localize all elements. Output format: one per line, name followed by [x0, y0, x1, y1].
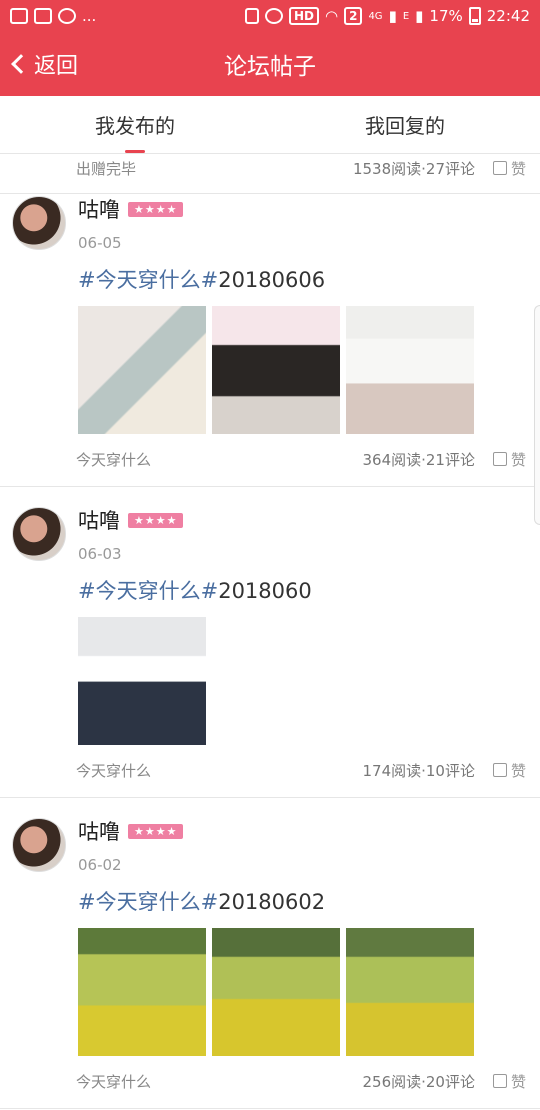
post-date: 06-03	[78, 545, 122, 563]
edge-panel-handle[interactable]	[534, 305, 540, 525]
chevron-left-icon	[11, 54, 31, 74]
post-title[interactable]: #今天穿什么#2018060	[78, 575, 528, 605]
post-title-text: 2018060	[218, 579, 312, 603]
post-tag[interactable]: #今天穿什么#	[78, 579, 218, 603]
post-title[interactable]: #今天穿什么#20180606	[78, 264, 528, 294]
app-notification-icon	[10, 8, 28, 24]
post-title[interactable]: #今天穿什么#20180602	[78, 886, 528, 916]
post-image[interactable]	[78, 617, 206, 745]
clock: 22:42	[486, 7, 530, 25]
post-item[interactable]: 咕噜 ★★★★ 06-03 #今天穿什么#2018060 今天穿什么 174阅读…	[0, 453, 540, 798]
post-date: 06-05	[78, 234, 122, 252]
post-footer: 今天穿什么 256阅读·20评论 赞	[0, 1068, 540, 1094]
post-images	[78, 928, 528, 1056]
avatar[interactable]	[12, 196, 66, 250]
level-badge: ★★★★	[128, 823, 184, 839]
post-item[interactable]: 咕噜 ★★★★ 06-05 #今天穿什么#20180606 今天穿什么 364阅…	[0, 155, 540, 487]
post-title-text: 20180602	[218, 890, 326, 914]
alarm-icon	[264, 8, 283, 24]
post-tag[interactable]: #今天穿什么#	[78, 268, 218, 292]
post-stats: 256阅读·20评论	[362, 1072, 475, 1091]
author-name[interactable]: 咕噜	[78, 505, 120, 535]
avatar[interactable]	[12, 507, 66, 561]
post-tag[interactable]: #今天穿什么#	[78, 890, 218, 914]
wifi-icon: ◠	[324, 7, 339, 25]
like-button[interactable]: 赞	[492, 1071, 526, 1092]
nav-bar: 返回 论坛帖子	[0, 32, 540, 96]
level-badge: ★★★★	[128, 201, 184, 217]
signal-icon-2: ▮	[415, 7, 424, 25]
post-date: 06-02	[78, 856, 122, 874]
post-title-text: 20180606	[218, 268, 326, 292]
status-more: ...	[82, 7, 97, 25]
sync-icon	[58, 8, 76, 24]
network-e: E	[402, 10, 410, 22]
back-button[interactable]: 返回	[10, 32, 78, 96]
status-bar: ... HD ◠ 2 4G ▮ E ▮ 17% 22:42	[0, 0, 540, 32]
avatar[interactable]	[12, 818, 66, 872]
post-feed[interactable]: 出赠完毕 1538阅读·27评论 赞 咕噜 ★★★★ 06-05 #今天穿什么#…	[0, 155, 540, 1110]
like-label: 赞	[510, 1072, 526, 1091]
post-image[interactable]	[212, 928, 340, 1056]
level-badge: ★★★★	[128, 512, 184, 528]
post-images	[78, 617, 528, 745]
author-name[interactable]: 咕噜	[78, 194, 120, 224]
post-category: 今天穿什么	[76, 1072, 152, 1091]
post-image[interactable]	[346, 306, 474, 434]
author-name[interactable]: 咕噜	[78, 816, 120, 846]
network-type: 4G	[368, 10, 383, 22]
post-image[interactable]	[78, 928, 206, 1056]
tab-bar: 我发布的 我回复的	[0, 96, 540, 154]
thumbs-up-icon	[492, 1074, 507, 1088]
hd-badge: HD	[288, 7, 319, 25]
post-image[interactable]	[346, 928, 474, 1056]
back-label: 返回	[34, 54, 79, 79]
post-images	[78, 306, 528, 434]
tab-my-replies[interactable]: 我回复的	[270, 96, 540, 153]
page-title: 论坛帖子	[224, 54, 316, 80]
post-image[interactable]	[212, 306, 340, 434]
sim-badge: 2	[344, 7, 363, 25]
tab-my-posts[interactable]: 我发布的	[0, 96, 270, 153]
gallery-icon	[34, 8, 52, 24]
battery-icon	[468, 7, 481, 25]
post-item[interactable]: 咕噜 ★★★★ 06-02 #今天穿什么#20180602 今天穿什么 256阅…	[0, 764, 540, 1109]
battery-percent: 17%	[429, 7, 463, 25]
signal-icon: ▮	[388, 7, 397, 25]
post-image[interactable]	[78, 306, 206, 434]
lock-icon	[244, 8, 259, 24]
